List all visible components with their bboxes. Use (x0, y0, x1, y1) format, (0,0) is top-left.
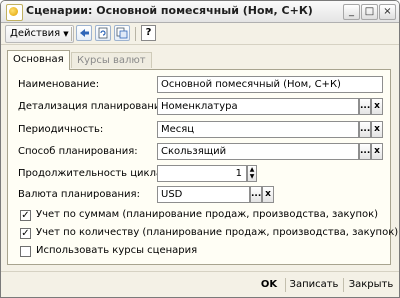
actions-label: Действия (10, 28, 61, 39)
method-field[interactable]: Скользящий (157, 143, 359, 160)
bottom-separator (285, 278, 286, 292)
cycle-label: Продолжительность цикла: (18, 168, 166, 179)
title-bar: Сценарии: Основной помесячный (Ном, С+К)… (1, 1, 399, 23)
sum-accounting-label: Учет по суммам (планирование продаж, про… (36, 209, 379, 220)
method-select-button[interactable]: ... (359, 143, 371, 160)
close-button[interactable]: Закрыть (347, 276, 395, 294)
main-panel: Наименование: Основной помесячный (Ном, … (7, 69, 398, 265)
minimize-button[interactable]: _ (343, 4, 360, 20)
scenario-rates-checkbox[interactable] (20, 246, 31, 257)
copy-document-icon[interactable] (114, 25, 130, 41)
period-field[interactable]: Месяц (157, 121, 359, 138)
currency-field[interactable]: USD (157, 186, 250, 203)
save-button[interactable]: Записать (289, 276, 339, 294)
ok-button[interactable]: OK (257, 276, 281, 294)
detail-label: Детализация планирования: (18, 101, 170, 112)
toolbar-separator (71, 27, 72, 41)
detail-field[interactable]: Номенклатура (157, 98, 359, 115)
close-window-button[interactable]: × (379, 4, 396, 20)
toolbar-separator (135, 27, 136, 41)
dropdown-arrow-icon: ▼ (63, 30, 69, 38)
quantity-accounting-checkbox[interactable]: ✓ (20, 228, 31, 239)
currency-select-button[interactable]: ... (250, 186, 262, 203)
bottom-bar: OK Записать Закрыть (1, 271, 399, 297)
maximize-button[interactable]: □ (361, 4, 378, 20)
sum-accounting-checkbox[interactable]: ✓ (20, 210, 31, 221)
period-select-button[interactable]: ... (359, 121, 371, 138)
cycle-stepper[interactable]: ▲ ▼ (247, 165, 257, 182)
tab-currency-rates[interactable]: Курсы валют (71, 52, 152, 68)
actions-menu-button[interactable]: Действия ▼ (5, 25, 74, 43)
app-icon (6, 4, 23, 21)
method-clear-button[interactable]: x (371, 143, 383, 160)
period-clear-button[interactable]: x (371, 121, 383, 138)
refresh-page-icon[interactable] (95, 25, 111, 41)
back-arrow-icon[interactable] (76, 25, 92, 41)
stepper-down-icon[interactable]: ▼ (248, 173, 256, 180)
scenario-window: Сценарии: Основной помесячный (Ном, С+К)… (0, 0, 400, 298)
stepper-up-icon[interactable]: ▲ (248, 166, 256, 173)
currency-clear-button[interactable]: x (262, 186, 274, 203)
window-title: Сценарии: Основной помесячный (Ном, С+К) (26, 4, 313, 17)
toolbar: Действия ▼ ? (1, 23, 399, 45)
detail-clear-button[interactable]: x (371, 98, 383, 115)
detail-select-button[interactable]: ... (359, 98, 371, 115)
method-label: Способ планирования: (18, 146, 138, 157)
name-label: Наименование: (18, 79, 100, 90)
quantity-accounting-label: Учет по количеству (планирование продаж,… (36, 227, 399, 238)
period-label: Периодичность: (18, 124, 104, 135)
currency-label: Валюта планирования: (18, 189, 140, 200)
bottom-separator (343, 278, 344, 292)
tab-main[interactable]: Основная (7, 50, 70, 70)
name-field[interactable]: Основной помесячный (Ном, С+К) (157, 76, 383, 93)
cycle-field[interactable]: 1 (157, 165, 247, 182)
help-icon[interactable]: ? (141, 25, 156, 41)
scenario-rates-label: Использовать курсы сценария (36, 245, 198, 256)
